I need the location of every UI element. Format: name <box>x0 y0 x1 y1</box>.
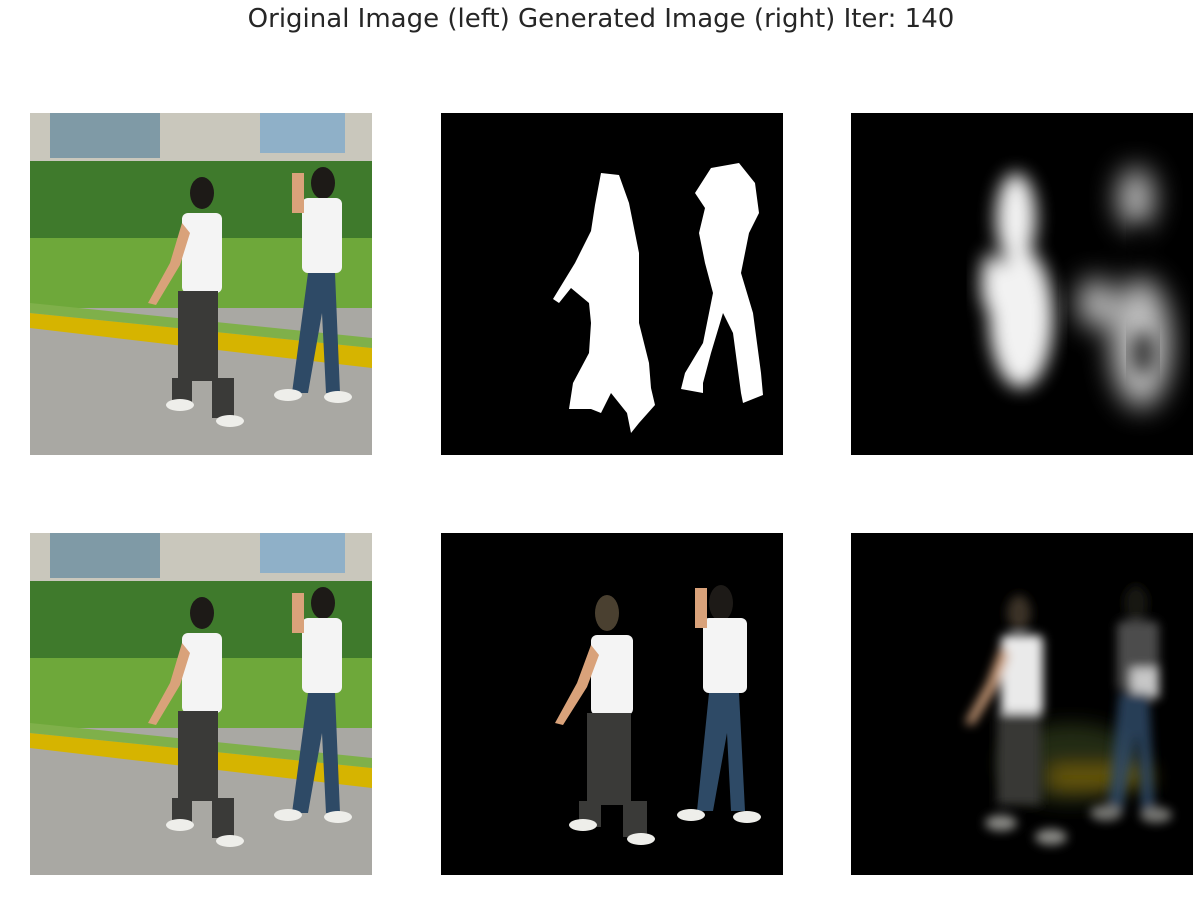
generated-composite <box>851 533 1193 875</box>
scene-photo-copy <box>30 533 372 875</box>
original-image-bottom <box>30 533 372 875</box>
original-image-top <box>30 113 372 455</box>
masked-people-image <box>441 533 783 875</box>
masked-original <box>441 533 783 875</box>
generated-composite-image <box>851 533 1193 875</box>
generated-mask <box>851 113 1193 455</box>
mask-image <box>441 113 783 455</box>
scene-photo <box>30 113 372 455</box>
ground-truth-mask <box>441 113 783 455</box>
figure-title: Original Image (left) Generated Image (r… <box>247 4 955 34</box>
generated-mask-image <box>851 113 1193 455</box>
